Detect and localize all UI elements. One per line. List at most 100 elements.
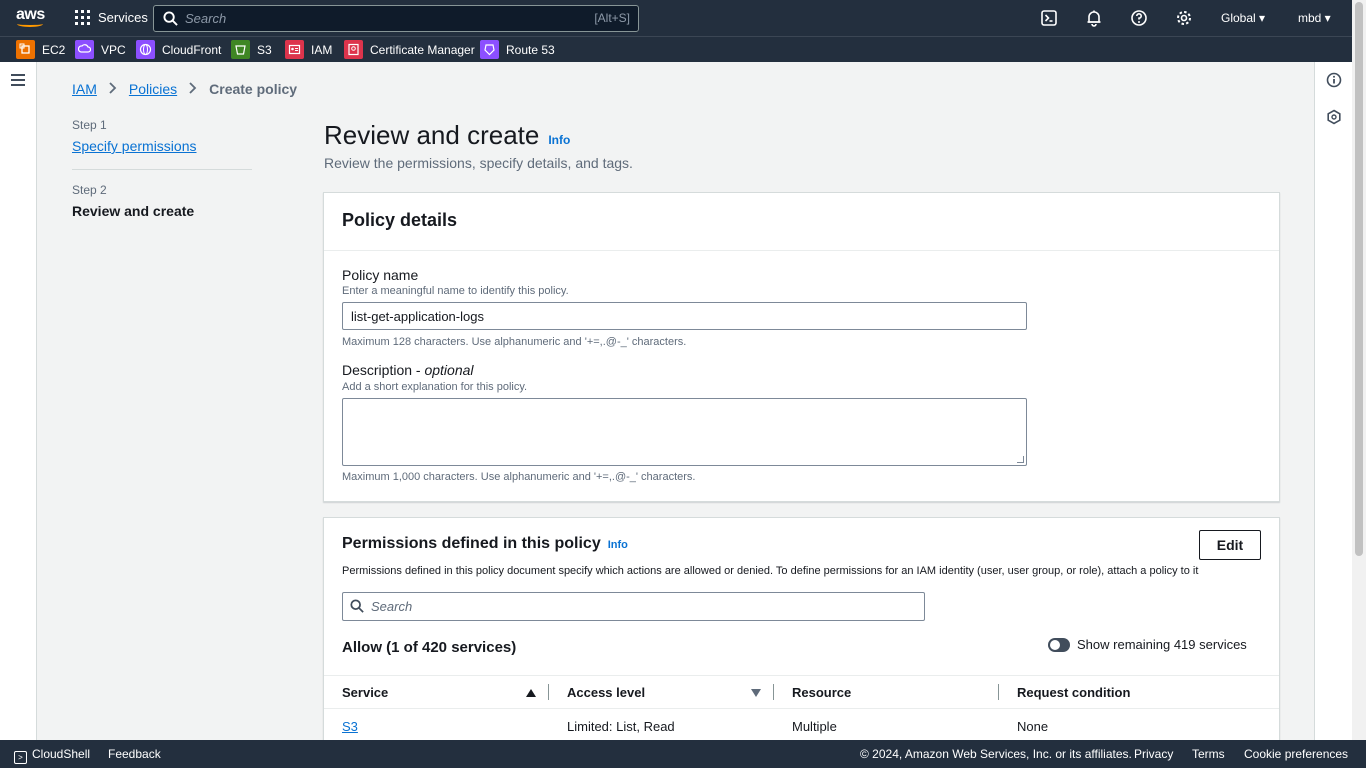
page-title-row: Review and create Info xyxy=(324,120,570,151)
permissions-heading-row: Permissions defined in this policy Info xyxy=(342,535,628,553)
allow-services-title: Allow (1 of 420 services) xyxy=(342,639,517,656)
privacy-link[interactable]: Privacy xyxy=(1134,747,1173,761)
favorites-bar: EC2 VPC CloudFront S3 IAM Certificate Ma… xyxy=(0,36,1352,62)
hexagon-tools-icon[interactable] xyxy=(1326,109,1342,125)
search-placeholder: Search xyxy=(185,11,227,26)
footer: > CloudShell Feedback © 2024, Amazon Web … xyxy=(0,740,1366,768)
terms-link[interactable]: Terms xyxy=(1192,747,1225,761)
toggle-label: Show remaining 419 services xyxy=(1077,637,1247,652)
breadcrumb-iam[interactable]: IAM xyxy=(72,81,97,97)
favorite-vpc[interactable]: VPC xyxy=(75,40,126,59)
scrollbar-thumb[interactable] xyxy=(1355,2,1363,556)
page-info-link[interactable]: Info xyxy=(548,133,570,147)
region-selector[interactable]: Global ▾ xyxy=(1221,11,1265,25)
notifications-bell-icon[interactable] xyxy=(1085,9,1103,27)
left-navigation-rail xyxy=(0,62,37,740)
cloudshell-icon[interactable] xyxy=(1040,9,1058,27)
edit-button[interactable]: Edit xyxy=(1199,530,1261,560)
favorite-label: S3 xyxy=(257,42,272,57)
iam-icon xyxy=(285,40,304,59)
service-link-s3[interactable]: S3 xyxy=(342,719,358,734)
favorite-certificate-manager[interactable]: Certificate Manager xyxy=(344,40,475,59)
cloudshell-button[interactable]: > CloudShell xyxy=(14,747,90,764)
step-review-and-create: Review and create xyxy=(72,203,195,219)
favorite-cloudfront[interactable]: CloudFront xyxy=(136,40,221,59)
column-header-request-condition[interactable]: Request condition xyxy=(1017,685,1130,700)
description-textarea[interactable] xyxy=(342,398,1027,466)
column-divider[interactable] xyxy=(773,684,774,700)
chevron-right-icon xyxy=(189,81,197,97)
page-subtitle: Review the permissions, specify details,… xyxy=(324,155,633,171)
top-navigation: aws Services Search [Alt+S] Global ▾ mbd… xyxy=(0,0,1352,36)
resource-cell: Multiple xyxy=(792,719,837,734)
service-cell: S3 xyxy=(342,719,358,734)
aws-logo[interactable]: aws xyxy=(16,6,46,30)
toggle-switch[interactable] xyxy=(1048,637,1070,652)
route53-icon xyxy=(480,40,499,59)
column-header-service[interactable]: Service xyxy=(342,685,388,700)
feedback-link[interactable]: Feedback xyxy=(108,747,161,761)
column-header-resource[interactable]: Resource xyxy=(792,685,851,700)
policy-name-label: Policy name xyxy=(342,267,419,283)
favorite-s3[interactable]: S3 xyxy=(231,40,272,59)
info-icon[interactable] xyxy=(1326,72,1342,88)
page-scrollbar[interactable] xyxy=(1352,0,1366,740)
s3-bucket-icon xyxy=(231,40,250,59)
breadcrumb: IAM Policies Create policy xyxy=(72,81,297,97)
description-hint: Add a short explanation for this policy. xyxy=(342,381,528,393)
permissions-table-header: Service Access level Resource Request co… xyxy=(324,675,1279,709)
column-divider[interactable] xyxy=(998,684,999,700)
tools-rail xyxy=(1314,62,1352,740)
favorite-label: EC2 xyxy=(42,42,66,57)
policy-name-description: Enter a meaningful name to identify this… xyxy=(342,285,569,297)
cookie-preferences-link[interactable]: Cookie preferences xyxy=(1244,747,1348,761)
favorite-label: IAM xyxy=(311,42,333,57)
policy-name-input[interactable] xyxy=(342,302,1027,330)
sort-ascending-icon[interactable] xyxy=(526,689,536,697)
grid-icon xyxy=(75,10,90,25)
sort-descending-icon[interactable] xyxy=(751,689,761,697)
request-condition-cell: None xyxy=(1017,719,1049,734)
description-optional: optional xyxy=(424,362,474,378)
wizard-steps: Step 1 Specify permissions Step 2 Review… xyxy=(72,118,252,219)
permissions-search-placeholder: Search xyxy=(371,599,413,614)
policy-details-panel: Policy details Policy name Enter a meani… xyxy=(323,192,1280,502)
favorite-ec2[interactable]: EC2 xyxy=(16,40,65,59)
description-label: Description - optional xyxy=(342,362,474,378)
permissions-heading: Permissions defined in this policy xyxy=(342,535,601,552)
step-2-label: Step 2 xyxy=(72,183,107,197)
global-search-input[interactable]: Search [Alt+S] xyxy=(153,5,639,32)
ec2-icon xyxy=(16,40,35,59)
menu-hamburger-icon[interactable] xyxy=(11,74,25,89)
description-label-text: Description - xyxy=(342,362,425,378)
main-content: IAM Policies Create policy Step 1 Specif… xyxy=(37,62,1314,740)
permissions-info-link[interactable]: Info xyxy=(608,539,628,551)
breadcrumb-policies[interactable]: Policies xyxy=(129,81,177,97)
favorite-label: VPC xyxy=(101,42,126,57)
step-specify-permissions-link[interactable]: Specify permissions xyxy=(72,138,197,154)
page-title: Review and create xyxy=(324,120,540,150)
step-divider xyxy=(72,169,252,170)
column-divider[interactable] xyxy=(548,684,549,700)
access-level-cell: Limited: List, Read xyxy=(567,719,675,734)
copyright-text: © 2024, Amazon Web Services, Inc. or its… xyxy=(860,747,1132,761)
permissions-panel: Permissions defined in this policy Info … xyxy=(323,517,1280,740)
search-icon xyxy=(163,11,178,26)
search-icon xyxy=(350,599,364,613)
settings-gear-icon[interactable] xyxy=(1175,9,1193,27)
favorite-iam[interactable]: IAM xyxy=(285,40,332,59)
favorite-route53[interactable]: Route 53 xyxy=(480,40,555,59)
policy-name-constraint: Maximum 128 characters. Use alphanumeric… xyxy=(342,336,687,348)
services-menu-button[interactable]: Services xyxy=(75,10,148,25)
chevron-right-icon xyxy=(109,81,117,97)
cloudshell-label: CloudShell xyxy=(32,747,91,761)
cloudfront-icon xyxy=(136,40,155,59)
account-menu[interactable]: mbd ▾ xyxy=(1298,11,1331,25)
permissions-search-input[interactable]: Search xyxy=(342,592,925,621)
description-constraint: Maximum 1,000 characters. Use alphanumer… xyxy=(342,471,696,483)
show-remaining-services-toggle[interactable]: Show remaining 419 services xyxy=(1048,637,1247,652)
favorite-label: Route 53 xyxy=(506,42,555,57)
help-icon[interactable] xyxy=(1130,9,1148,27)
resize-grip-icon[interactable] xyxy=(1017,456,1024,463)
column-header-access-level[interactable]: Access level xyxy=(567,685,645,700)
